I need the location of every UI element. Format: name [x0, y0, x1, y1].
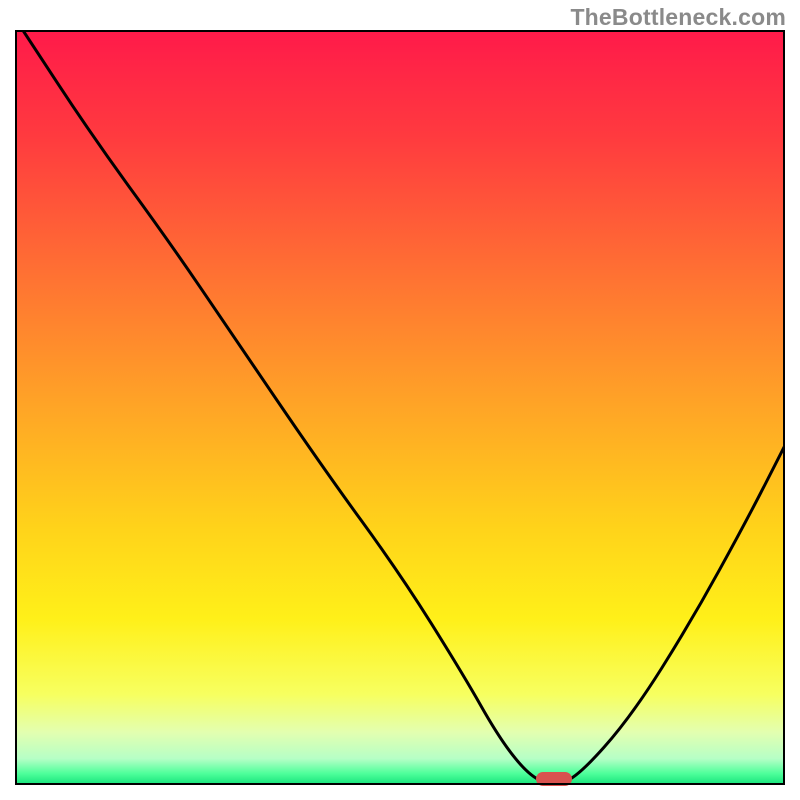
- chart-frame: [15, 30, 785, 785]
- gradient-rect: [15, 30, 785, 785]
- watermark-text: TheBottleneck.com: [570, 4, 786, 31]
- severity-gradient-background: [15, 30, 785, 785]
- optimal-marker: [536, 772, 572, 786]
